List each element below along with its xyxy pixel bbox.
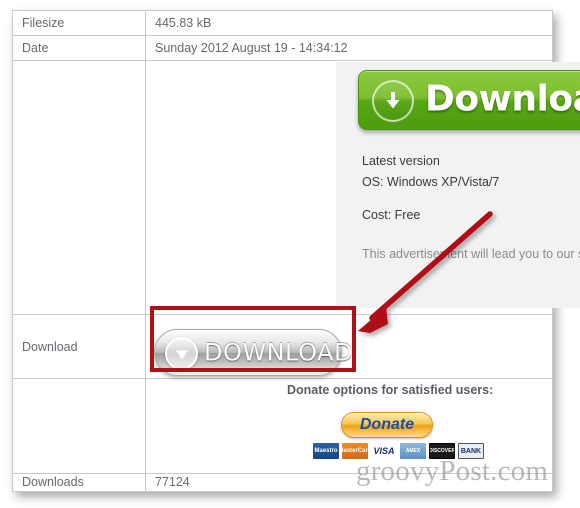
donate-button[interactable]: Donate [341,412,433,438]
date-value: Sunday 2012 August 19 - 14:34:12 [155,41,348,55]
ad-banner-label: Download [425,78,580,120]
date-label: Date [13,36,146,60]
donate-row-empty-label [13,379,146,473]
ad-latest-version-text: Latest version [362,154,440,168]
donate-heading: Donate options for satisfied users: [287,383,494,397]
downloads-label: Downloads [13,474,146,492]
download-row-content: DOWNLOAD [146,315,552,378]
download-row: Download DOWNLOAD [13,315,552,379]
screenshot-canvas: Filesize 445.83 kB Date Sunday 2012 Augu… [0,0,580,508]
ad-cost-text: Cost: Free [362,208,421,222]
table-row: Date Sunday 2012 August 19 - 14:34:12 [13,36,552,61]
download-arrow-circle-icon [165,337,198,370]
watermark-text: groovyPost.com [356,455,549,487]
download-button[interactable]: DOWNLOAD [154,329,352,376]
download-button-label: DOWNLOAD [204,337,353,366]
advertisement-row: Download Latest version OS: Windows XP/V… [13,61,580,315]
table-row: Filesize 445.83 kB [13,11,552,36]
ad-disclaimer-text: This advertisement will lead you to our … [362,247,580,261]
download-label: Download [13,315,146,378]
filesize-label: Filesize [13,11,146,35]
donate-button-label: Donate [359,416,415,433]
download-arrow-circle-icon [372,80,414,122]
maestro-card-icon: Maestro [313,443,339,459]
ad-row-empty-label [13,61,146,314]
ad-download-banner-button[interactable]: Download [358,70,580,130]
advertisement-block[interactable]: Download Latest version OS: Windows XP/V… [336,62,580,308]
ad-row-content: Download Latest version OS: Windows XP/V… [146,61,580,314]
file-info-table: Filesize 445.83 kB Date Sunday 2012 Augu… [12,10,580,492]
ad-os-text: OS: Windows XP/Vista/7 [362,175,500,189]
filesize-value: 445.83 kB [155,16,212,30]
